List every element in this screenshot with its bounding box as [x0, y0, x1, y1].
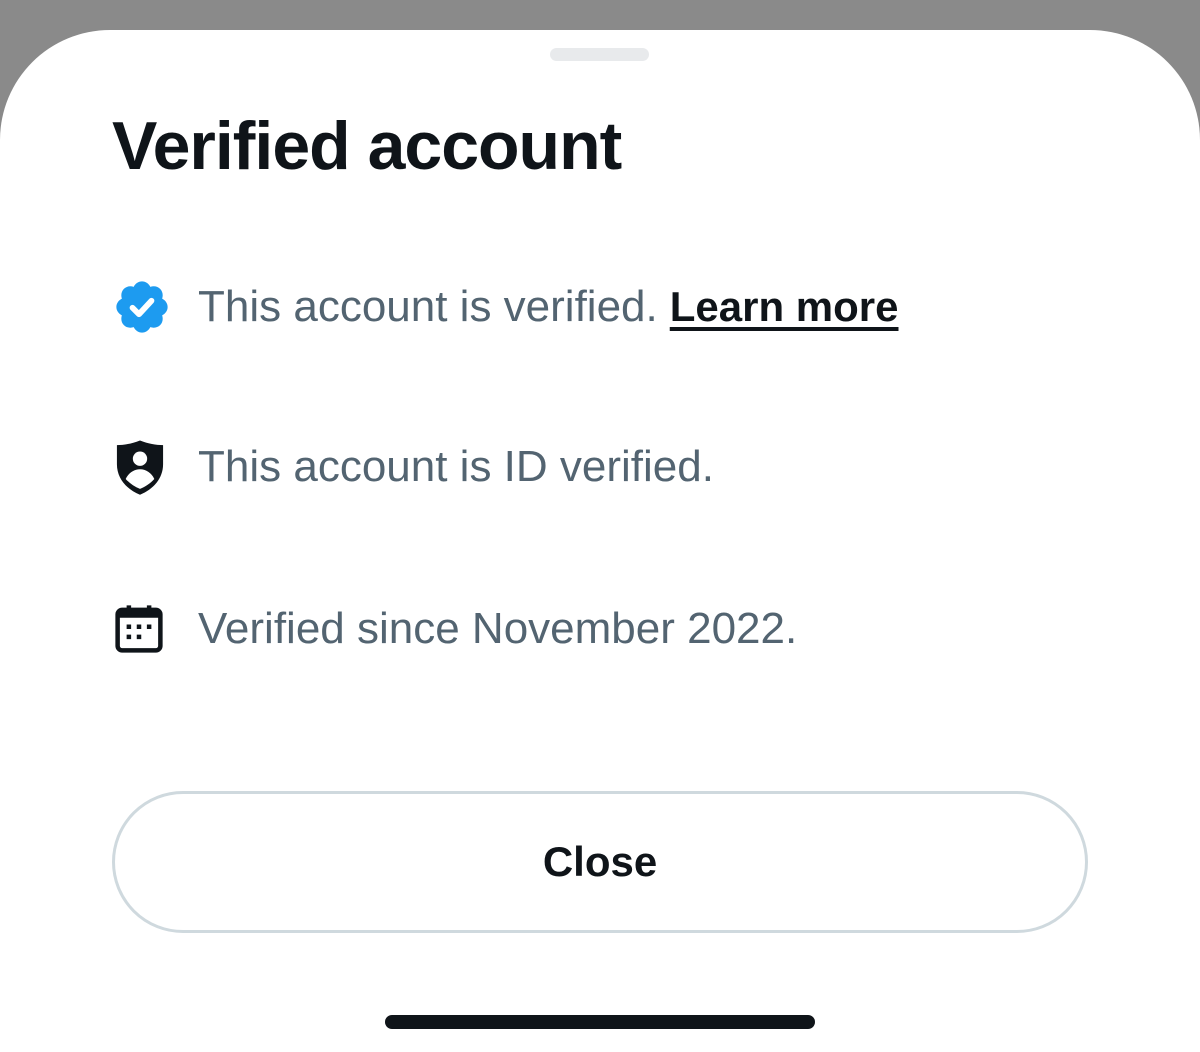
id-verified-row: This account is ID verified. — [112, 435, 714, 499]
learn-more-link[interactable]: Learn more — [670, 283, 899, 331]
verified-since-text: Verified since November 2022. — [198, 604, 798, 653]
id-shield-icon — [112, 435, 176, 499]
verified-account-sheet: Verified account This account is verifie… — [0, 30, 1200, 1052]
calendar-icon — [112, 597, 176, 661]
verified-text: This account is verified. — [198, 282, 658, 331]
close-button[interactable]: Close — [112, 791, 1088, 933]
sheet-title: Verified account — [112, 108, 622, 184]
verified-row: This account is verified. Learn more — [112, 275, 899, 339]
verified-since-row: Verified since November 2022. — [112, 597, 797, 661]
id-verified-text: This account is ID verified. — [198, 442, 714, 491]
sheet-grabber-handle[interactable] — [550, 48, 649, 61]
verified-badge-icon — [112, 275, 176, 339]
home-indicator[interactable] — [385, 1015, 815, 1029]
